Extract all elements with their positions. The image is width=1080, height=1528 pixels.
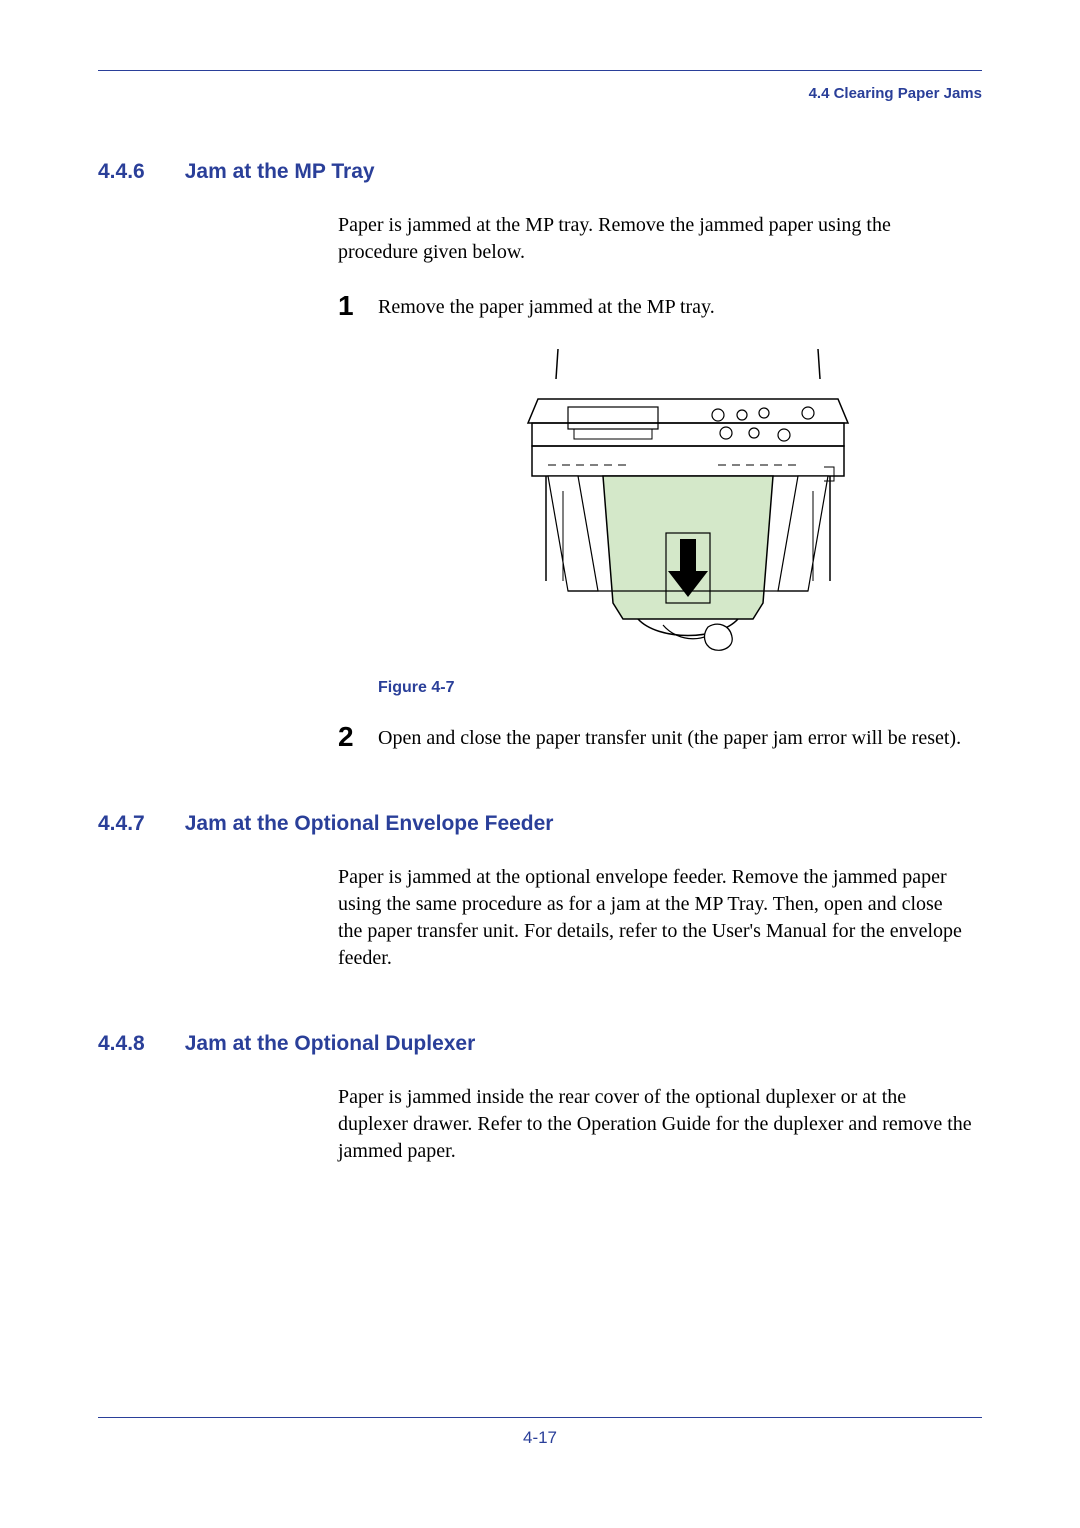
section-number: 4.4.6 — [98, 160, 145, 184]
header-rule — [98, 70, 982, 71]
step-2: 2 Open and close the paper transfer unit… — [338, 725, 972, 752]
step-number-1: 1 — [338, 292, 378, 320]
figure-caption: Figure 4-7 — [378, 679, 972, 697]
printer-mp-tray-diagram-icon — [508, 341, 868, 661]
section-number: 4.4.8 — [98, 1032, 145, 1056]
section-446-body: Paper is jammed at the MP tray. Remove t… — [338, 212, 972, 752]
section-title: Jam at the Optional Envelope Feeder — [185, 812, 554, 835]
footer-rule — [98, 1417, 982, 1418]
body-paragraph: Paper is jammed inside the rear cover of… — [338, 1084, 972, 1165]
step-1: 1 Remove the paper jammed at the MP tray… — [338, 294, 972, 321]
section-heading-447: 4.4.7 Jam at the Optional Envelope Feeder — [98, 812, 982, 836]
page-number: 4-17 — [98, 1428, 982, 1448]
section-heading-448: 4.4.8 Jam at the Optional Duplexer — [98, 1032, 982, 1056]
section-title: Jam at the Optional Duplexer — [185, 1032, 476, 1055]
step-1-text: Remove the paper jammed at the MP tray. — [378, 294, 715, 321]
intro-paragraph: Paper is jammed at the MP tray. Remove t… — [338, 212, 972, 266]
section-number: 4.4.7 — [98, 812, 145, 836]
step-2-text: Open and close the paper transfer unit (… — [378, 725, 961, 752]
section-447-body: Paper is jammed at the optional envelope… — [338, 864, 972, 972]
step-number-2: 2 — [338, 723, 378, 751]
section-heading-446: 4.4.6 Jam at the MP Tray — [98, 160, 982, 184]
figure-4-7-illustration — [508, 341, 868, 661]
body-paragraph: Paper is jammed at the optional envelope… — [338, 864, 972, 972]
page-content: 4.4 Clearing Paper Jams 4.4.6 Jam at the … — [98, 70, 982, 1458]
section-448-body: Paper is jammed inside the rear cover of… — [338, 1084, 972, 1165]
section-title: Jam at the MP Tray — [185, 160, 375, 183]
running-header: 4.4 Clearing Paper Jams — [98, 85, 982, 102]
